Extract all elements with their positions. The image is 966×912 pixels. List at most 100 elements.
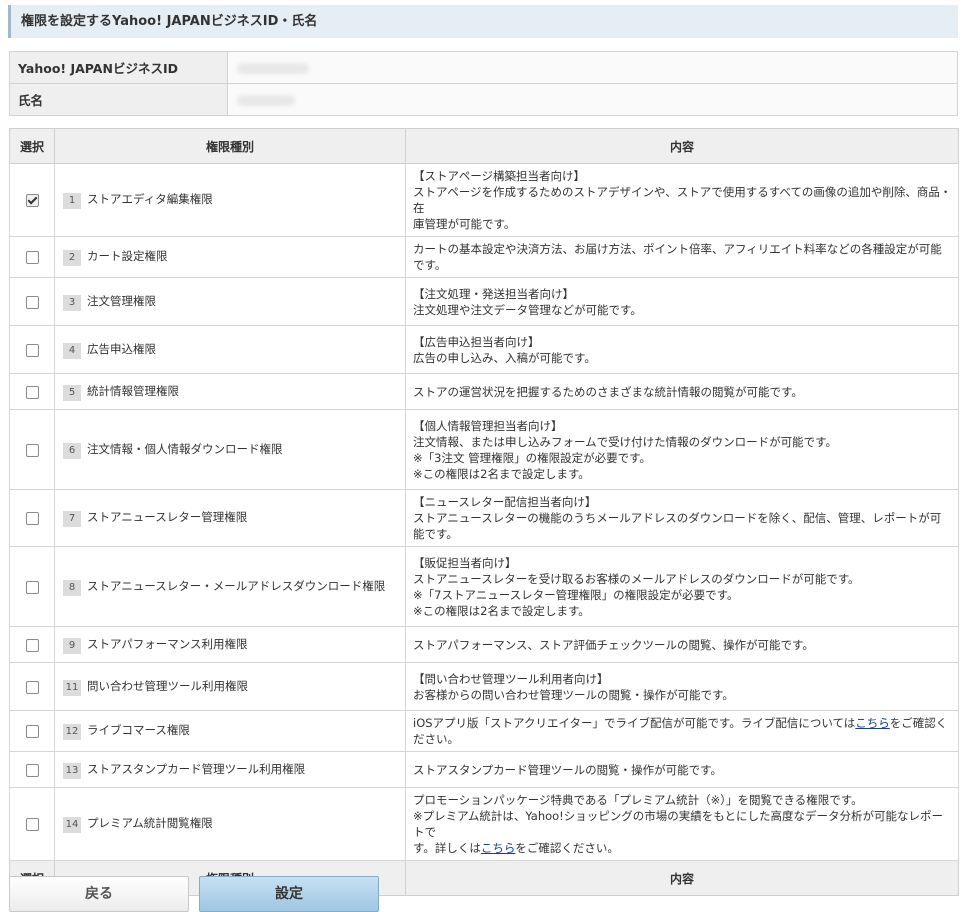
permission-checkbox[interactable] (25, 443, 39, 457)
permission-kind-cell: 7 ストアニュースレター管理権限 (54, 489, 406, 547)
permission-description-cell: iOSアプリ版「ストアクリエイター」でライブ配信が可能です。ライブ配信については… (405, 710, 959, 752)
back-button[interactable]: 戻る (9, 876, 189, 912)
permission-number-badge: 12 (63, 724, 81, 740)
description-line: カートの基本設定や決済方法、お届け方法、ポイント倍率、アフィリエイト料率などの各… (413, 242, 942, 272)
description-line: ストアニュースレターを受け取るお客様のメールアドレスのダウンロードが可能です。 (413, 571, 860, 586)
description-line: 注文処理や注文データ管理などが可能です。 (413, 302, 642, 317)
description-line: ストアパフォーマンス、ストア評価チェックツールの閲覧、操作が可能です。 (413, 637, 814, 652)
description-line: ※「7ストアニュースレター管理権限」の権限設定が必要です。 (413, 587, 739, 602)
business-id-label: Yahoo! JAPANビジネスID (9, 51, 228, 84)
permission-checkbox[interactable] (25, 512, 39, 525)
permission-kind-cell: 13 ストアスタンプカード管理ツール利用権限 (54, 751, 406, 788)
permission-label: 注文情報・個人情報ダウンロード権限 (87, 441, 283, 456)
table-header-row: 選択 権限種別 内容 (9, 128, 959, 164)
select-cell (9, 751, 55, 788)
permission-checkbox[interactable] (25, 725, 39, 738)
redacted-value (237, 62, 309, 74)
live-commerce-info-link[interactable]: こちら (855, 716, 890, 730)
permission-kind-cell: 4 広告申込権限 (54, 325, 406, 374)
select-cell (9, 277, 55, 326)
table-row: 7 ストアニュースレター管理権限 【ニュースレター配信担当者向け】 ストアニュースレタ… (9, 489, 959, 547)
section-title: 権限を設定するYahoo! JAPANビジネスID・氏名 (8, 5, 958, 38)
permission-checkbox[interactable] (25, 680, 39, 694)
description-line: 【個人情報管理担当者向け】 (413, 418, 563, 433)
description-line: ※プレミアム統計は、Yahoo!ショッピングの市場の実績をもとにした高度なデータ… (413, 809, 944, 839)
permission-number-badge: 11 (63, 679, 81, 696)
select-cell (9, 787, 55, 861)
permission-kind-cell: 12 ライブコマース権限 (54, 710, 406, 752)
permission-kind-cell: 1 ストアエディタ編集権限 (54, 163, 406, 237)
business-id-value (227, 51, 958, 84)
permission-checkbox[interactable] (25, 763, 39, 777)
permission-checkbox[interactable] (25, 385, 39, 399)
permission-number-badge: 3 (63, 294, 81, 311)
permission-kind-cell: 5 統計情報管理権限 (54, 373, 406, 410)
permission-label: 注文管理権限 (87, 293, 156, 308)
permission-kind-cell: 3 注文管理権限 (54, 277, 406, 326)
permission-checkbox[interactable] (25, 251, 39, 264)
name-label: 氏名 (9, 83, 228, 116)
permission-description-cell: ストアパフォーマンス、ストア評価チェックツールの閲覧、操作が可能です。 (405, 626, 959, 663)
permission-label: ストアエディタ編集権限 (87, 192, 213, 206)
table-row: 11 問い合わせ管理ツール利用権限 【問い合わせ管理ツール利用者向け】 お客様からの問… (9, 662, 959, 711)
description-line: 【問い合わせ管理ツール利用者向け】 (413, 671, 609, 686)
submit-button[interactable]: 設定 (199, 876, 379, 912)
description-line: 庫管理が可能です。 (413, 217, 516, 231)
select-cell (9, 236, 55, 278)
premium-stats-info-link[interactable]: こちら (481, 841, 516, 855)
permission-label: ストアニュースレター・メールアドレスダウンロード権限 (87, 578, 386, 593)
select-cell (9, 662, 55, 711)
description-line: 【広告申込担当者向け】 (413, 334, 540, 349)
permission-checkbox[interactable] (25, 295, 39, 309)
description-line: ※この権限は2名まで設定します。 (413, 466, 590, 481)
permission-description-cell: カートの基本設定や決済方法、お届け方法、ポイント倍率、アフィリエイト料率などの各… (405, 236, 959, 278)
permission-kind-cell: 9 ストアパフォーマンス利用権限 (54, 626, 406, 663)
permission-description-cell: 【販促担当者向け】 ストアニュースレターを受け取るお客様のメールアドレスのダウンロ… (405, 546, 959, 627)
name-value (227, 83, 958, 116)
permission-checkbox[interactable] (25, 580, 39, 594)
table-row: 8 ストアニュースレター・メールアドレスダウンロード権限 【販促担当者向け】 ストアニ… (9, 546, 959, 627)
permission-checkbox[interactable] (25, 818, 39, 831)
footer-content: 内容 (405, 860, 959, 896)
permission-number-badge: 1 (63, 193, 81, 209)
table-row: 2 カート設定権限 カートの基本設定や決済方法、お届け方法、ポイント倍率、アフィリエ… (9, 236, 959, 278)
description-line: ※この権限は2名まで設定します。 (413, 603, 590, 618)
permission-checkbox[interactable] (25, 638, 39, 652)
select-cell (9, 373, 55, 410)
table-row: 14 プレミアム統計閲覧権限 プロモーションパッケージ特典である「プレミアム統計（※… (9, 787, 959, 861)
permission-kind-cell: 2 カート設定権限 (54, 236, 406, 278)
description-line: ストアページを作成するためのストアデザインや、ストアで使用するすべての画像の追加… (413, 185, 952, 215)
permission-description-cell: 【問い合わせ管理ツール利用者向け】 お客様からの問い合わせ管理ツールの閲覧・操作が… (405, 662, 959, 711)
select-cell (9, 626, 55, 663)
description-line: ストアの運営状況を把握するためのさまざまな統計情報の閲覧が可能です。 (413, 384, 803, 399)
permission-label: 問い合わせ管理ツール利用権限 (87, 678, 248, 693)
permission-number-badge: 2 (63, 250, 81, 266)
permission-table: 選択 権限種別 内容 1 ストアエディタ編集権限 【ストアページ構築担当者向け】 スト… (9, 128, 959, 896)
permission-description-cell: ストアの運営状況を把握するためのさまざまな統計情報の閲覧が可能です。 (405, 373, 959, 410)
permission-label: カート設定権限 (87, 249, 168, 263)
permission-label: 広告申込権限 (87, 341, 156, 356)
permission-label: 統計情報管理権限 (87, 383, 179, 398)
permission-number-badge: 7 (63, 511, 81, 527)
permission-checkbox[interactable] (25, 194, 39, 207)
permission-checkbox[interactable] (25, 343, 39, 357)
permission-number-badge: 5 (63, 384, 81, 401)
header-select: 選択 (9, 128, 55, 164)
permission-kind-cell: 8 ストアニュースレター・メールアドレスダウンロード権限 (54, 546, 406, 627)
permission-description-cell: プロモーションパッケージ特典である「プレミアム統計（※）」を閲覧できる権限です。… (405, 787, 959, 861)
table-row: 3 注文管理権限 【注文処理・発送担当者向け】 注文処理や注文データ管理などが可能です… (9, 277, 959, 326)
permission-label: ストアパフォーマンス利用権限 (87, 636, 248, 651)
permission-kind-cell: 14 プレミアム統計閲覧権限 (54, 787, 406, 861)
permission-description-cell: 【広告申込担当者向け】 広告の申し込み、入稿が可能です。 (405, 325, 959, 374)
description-line: す。詳しくはこちらをご確認ください。 (413, 840, 952, 856)
description-line: 【注文処理・発送担当者向け】 (413, 286, 574, 301)
description-line: 【販促担当者向け】 (413, 555, 517, 570)
permission-description-cell: ストアスタンプカード管理ツールの閲覧・操作が可能です。 (405, 751, 959, 788)
permission-label: ライブコマース権限 (87, 723, 190, 737)
description-text: す。詳しくは (413, 841, 481, 855)
redacted-value (237, 94, 295, 106)
table-row: 9 ストアパフォーマンス利用権限 ストアパフォーマンス、ストア評価チェックツールの閲… (9, 626, 959, 663)
table-row: 6 注文情報・個人情報ダウンロード権限 【個人情報管理担当者向け】 注文情報、または申… (9, 409, 959, 490)
permission-number-badge: 6 (63, 442, 81, 459)
header-kind: 権限種別 (54, 128, 406, 164)
